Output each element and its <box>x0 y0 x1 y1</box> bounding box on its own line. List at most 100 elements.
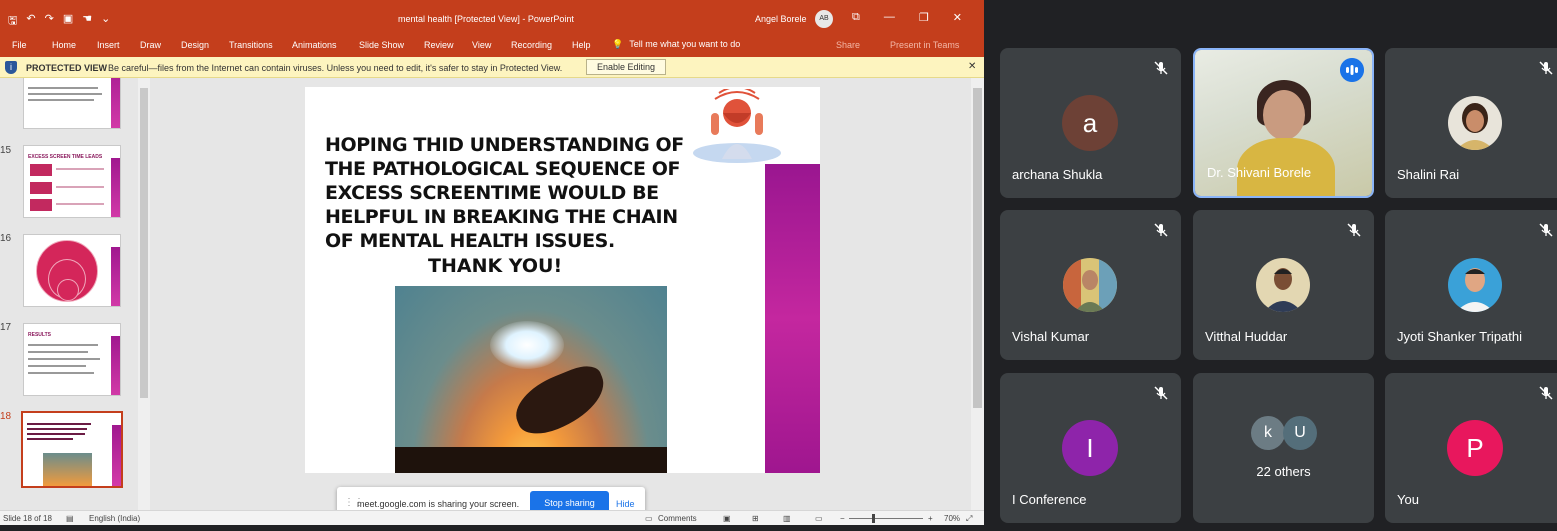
thumbnail-slide-14[interactable] <box>23 78 121 129</box>
thumb-circle <box>57 279 79 301</box>
hide-button[interactable]: Hide <box>616 499 635 509</box>
mic-muted-icon <box>1154 61 1168 75</box>
participant-tile-self[interactable]: P You <box>1385 373 1557 523</box>
fit-slide-icon[interactable]: ⤢ <box>966 514 972 524</box>
thumbnail-slide-18[interactable] <box>21 411 123 488</box>
participant-tile[interactable]: Vitthal Huddar <box>1193 210 1374 360</box>
normal-view-icon[interactable]: ▣ <box>723 514 731 523</box>
minimize-icon[interactable]: — <box>884 11 895 24</box>
accessibility-icon[interactable]: ▤ <box>66 514 74 523</box>
zoom-out-icon[interactable]: − <box>840 514 845 523</box>
redo-icon[interactable]: ↷ <box>45 12 54 31</box>
comments-icon[interactable]: ▭ <box>645 514 653 523</box>
participant-name: Jyoti Shanker Tripathi <box>1397 329 1523 344</box>
avatar: a <box>1062 95 1118 151</box>
participant-tile[interactable]: Jyoti Shanker Tripathi <box>1385 210 1557 360</box>
undo-icon[interactable]: ↶ <box>26 12 35 31</box>
tab-design[interactable]: Design <box>181 40 209 50</box>
stressed-head-icon <box>693 89 781 163</box>
mic-muted-icon <box>1347 223 1361 237</box>
zoom-level[interactable]: 70% <box>944 514 960 523</box>
title-bar: 🖫 ↶ ↷ ▣ ☚ ⌄ mental health [Protected Vie… <box>0 7 984 32</box>
thumb-text-line <box>27 438 73 440</box>
share-button[interactable]: Share <box>836 40 860 50</box>
tab-review[interactable]: Review <box>424 40 454 50</box>
tab-help[interactable]: Help <box>572 40 591 50</box>
participant-tile[interactable]: I I Conference <box>1000 373 1181 523</box>
lightbulb-icon: 💡 <box>612 39 624 49</box>
participant-name: You <box>1397 492 1419 507</box>
current-slide[interactable]: HOPING THID UNDERSTANDING OF THE PATHOLO… <box>305 87 820 473</box>
comments-button[interactable]: Comments <box>658 514 697 523</box>
avatar: I <box>1062 420 1118 476</box>
thumb-accent-bar <box>111 247 120 306</box>
zoom-slider[interactable] <box>849 518 923 519</box>
participant-name: archana Shukla <box>1012 167 1103 182</box>
mic-muted-icon <box>1539 61 1553 75</box>
restore-icon[interactable]: ❐ <box>919 11 929 24</box>
tab-view[interactable]: View <box>472 40 491 50</box>
slideshow-icon[interactable]: ▭ <box>815 514 823 523</box>
language-indicator[interactable]: English (India) <box>89 514 140 523</box>
city-skyline <box>395 447 667 473</box>
shield-icon: i <box>5 61 17 74</box>
touch-icon[interactable]: ☚ <box>82 12 92 31</box>
tab-home[interactable]: Home <box>52 40 76 50</box>
participant-tile-active-speaker[interactable]: Dr. Shivani Borele <box>1193 48 1374 198</box>
tab-slide-show[interactable]: Slide Show <box>359 40 404 50</box>
slide-sorter-icon[interactable]: ⊞ <box>752 514 759 523</box>
scrollbar-thumb[interactable] <box>973 88 982 408</box>
editor-scrollbar[interactable] <box>971 78 984 510</box>
speaking-indicator-icon <box>1340 58 1364 82</box>
window-controls: ⧉ — ❐ ✕ <box>852 11 962 24</box>
tab-animations[interactable]: Animations <box>292 40 337 50</box>
participant-name: Vitthal Huddar <box>1205 329 1288 344</box>
save-icon[interactable]: 🖫 <box>8 12 17 31</box>
close-icon[interactable]: ✕ <box>953 11 962 24</box>
title-strip <box>0 0 984 7</box>
enable-editing-button[interactable]: Enable Editing <box>586 59 666 75</box>
zoom-slider-thumb[interactable] <box>872 514 875 523</box>
thumbnail-slide-17[interactable]: RESULTS <box>23 323 121 396</box>
zoom-in-icon[interactable]: + <box>928 514 933 523</box>
thumb-text-line <box>28 99 94 101</box>
thumbnail-slide-15[interactable]: EXCESS SCREEN TIME LEADS <box>23 145 121 218</box>
participant-tile[interactable]: Shalini Rai <box>1385 48 1557 198</box>
thumb-text-line <box>56 168 104 170</box>
thumb-text-line <box>28 87 98 89</box>
mic-muted-icon <box>1539 223 1553 237</box>
tab-recording[interactable]: Recording <box>511 40 552 50</box>
avatar: P <box>1447 420 1503 476</box>
participant-tile[interactable]: a archana Shukla <box>1000 48 1181 198</box>
tell-me-search[interactable]: 💡 Tell me what you want to do <box>612 39 740 50</box>
ribbon-display-icon[interactable]: ⧉ <box>852 11 860 24</box>
thumb-title: EXCESS SCREEN TIME LEADS <box>28 154 103 160</box>
tab-transitions[interactable]: Transitions <box>229 40 273 50</box>
tab-insert[interactable]: Insert <box>97 40 120 50</box>
reading-view-icon[interactable]: ▥ <box>783 514 791 523</box>
video-face <box>1263 90 1305 140</box>
avatar <box>1448 258 1502 312</box>
present-in-teams-button[interactable]: Present in Teams <box>890 40 959 50</box>
others-tile[interactable]: k U 22 others <box>1193 373 1374 523</box>
close-icon[interactable]: ✕ <box>968 61 976 72</box>
participant-name: Vishal Kumar <box>1012 329 1090 344</box>
ribbon-tabs: File Home Insert Draw Design Transitions… <box>0 32 984 57</box>
avatar[interactable]: AB <box>815 10 833 28</box>
window-title: mental health [Protected View] - PowerPo… <box>398 14 574 24</box>
customize-icon[interactable]: ⌄ <box>101 12 110 31</box>
thumbnail-slide-16[interactable] <box>23 234 121 307</box>
protected-view-title: PROTECTED VIEW <box>26 63 108 73</box>
participant-tile[interactable]: Vishal Kumar <box>1000 210 1181 360</box>
thumbnails-scrollbar[interactable] <box>138 78 150 510</box>
tab-file[interactable]: File <box>12 40 27 50</box>
thumb-text-line <box>28 365 86 367</box>
thumb-box <box>30 199 52 211</box>
thumb-text-line <box>56 186 104 188</box>
mic-muted-icon <box>1154 223 1168 237</box>
hand-silhouette <box>507 360 614 442</box>
slide-counter: Slide 18 of 18 <box>3 514 52 523</box>
tab-draw[interactable]: Draw <box>140 40 161 50</box>
scrollbar-thumb[interactable] <box>140 88 148 398</box>
present-icon[interactable]: ▣ <box>63 12 73 31</box>
